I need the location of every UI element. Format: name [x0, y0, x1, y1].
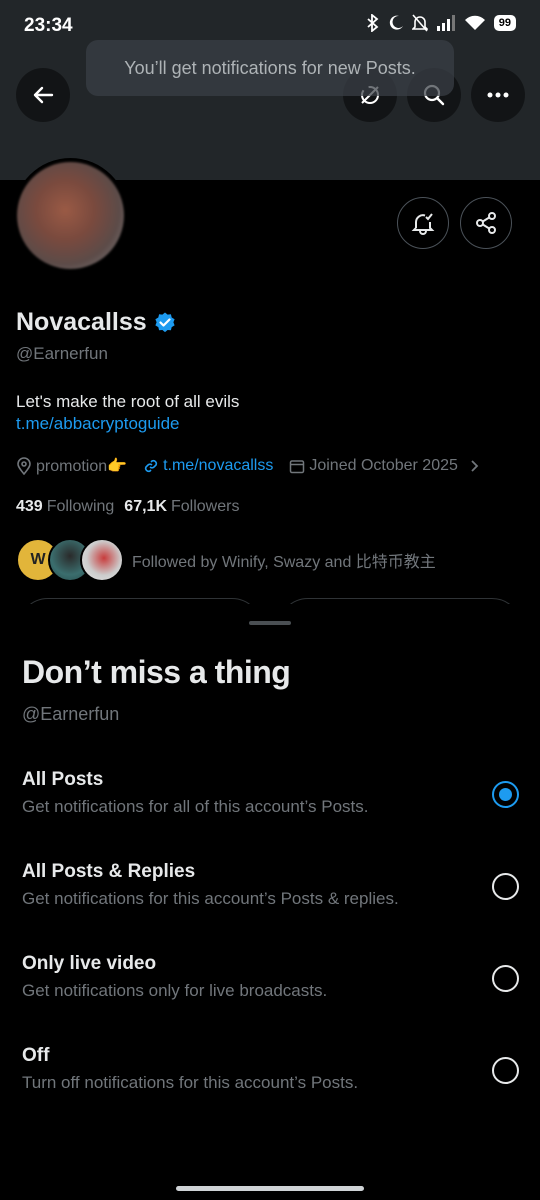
avatar-image [17, 162, 124, 269]
share-button[interactable] [460, 197, 512, 249]
profile-avatar[interactable] [13, 158, 128, 273]
followers-count: 67,1K [124, 498, 167, 515]
bell-check-icon [411, 213, 435, 235]
joined-item: Joined October 2025 [289, 457, 458, 475]
option-label: Off [22, 1045, 50, 1066]
arrow-left-icon [33, 86, 54, 104]
option-label: Only live video [22, 953, 157, 974]
more-button[interactable] [471, 68, 525, 122]
followers-link[interactable]: 67,1K Followers [124, 498, 239, 516]
sheet-handle-text: @Earnerfun [22, 704, 120, 724]
battery-indicator: 99 [493, 15, 516, 31]
bluetooth-icon [367, 14, 379, 32]
radio-only-live-video[interactable] [492, 965, 519, 992]
followers-label: Followers [171, 498, 240, 515]
sheet-drag-handle[interactable] [249, 621, 291, 625]
following-count: 439 [16, 498, 43, 515]
profile-handle: @Earnerfun [16, 344, 108, 363]
sheet-title: Don’t miss a thing [22, 654, 291, 690]
mutual-avatar-third [80, 538, 124, 582]
location-pin-icon [17, 457, 31, 475]
location-text: promotion👉 [36, 458, 128, 475]
share-icon [476, 212, 496, 234]
radio-off[interactable] [492, 1057, 519, 1084]
follow-stats: 439 Following 67,1K Followers [16, 498, 239, 516]
notifications-bottom-sheet: Don’t miss a thing @Earnerfun All Posts … [0, 604, 540, 1200]
option-description: Get notifications for all of this accoun… [22, 797, 369, 816]
wifi-icon [464, 15, 485, 30]
status-time: 23:34 [24, 15, 73, 36]
option-description: Turn off notifications for this account’… [22, 1073, 359, 1092]
followed-by-row[interactable]: W Followed by Winify, Swazy and 比特币教主 [16, 538, 436, 582]
toast-text: You’ll get notifications for new Posts. [124, 57, 416, 78]
radio-all-posts[interactable] [492, 781, 519, 808]
more-horizontal-icon [487, 92, 509, 98]
location-item: promotion👉 [16, 456, 127, 476]
profile-bio: Let's make the root of all evils [16, 392, 240, 411]
radio-all-posts-replies[interactable] [492, 873, 519, 900]
option-description: Get notifications for this account’s Pos… [22, 889, 399, 908]
back-button[interactable] [16, 68, 70, 122]
option-all-posts[interactable]: All Posts Get notifications for all of t… [0, 769, 540, 847]
profile-name: Novacallss [16, 308, 147, 336]
chevron-right-icon[interactable] [470, 459, 480, 473]
bio-link[interactable]: t.me/abbacryptoguide [16, 414, 180, 434]
moon-icon [389, 15, 403, 30]
website-item[interactable]: t.me/novacallss [143, 457, 273, 475]
mutual-avatars: W [16, 538, 124, 582]
home-indicator[interactable] [176, 1186, 364, 1191]
joined-text: Joined October 2025 [309, 457, 458, 474]
profile-name-row: Novacallss [16, 308, 177, 337]
bell-muted-icon [411, 14, 428, 32]
option-label: All Posts & Replies [22, 861, 196, 882]
option-off[interactable]: Off Turn off notifications for this acco… [0, 1045, 540, 1123]
option-description: Get notifications only for live broadcas… [22, 981, 328, 1000]
profile-meta-row: promotion👉 t.me/novacallss Joined Octobe… [16, 456, 480, 476]
verified-badge-icon [155, 312, 175, 332]
option-label: All Posts [22, 769, 104, 790]
system-icons: 99 [366, 14, 516, 32]
link-icon [144, 459, 158, 473]
followed-by-text: Followed by Winify, Swazy and 比特币教主 [132, 554, 436, 571]
calendar-icon [290, 460, 305, 474]
following-label: Following [46, 498, 115, 515]
toast-notification: You’ll get notifications for new Posts. [86, 40, 454, 96]
signal-icon [436, 15, 455, 31]
website-text: t.me/novacallss [163, 457, 274, 474]
option-only-live-video[interactable]: Only live video Get notifications only f… [0, 953, 540, 1031]
notifications-button[interactable] [397, 197, 449, 249]
option-all-posts-replies[interactable]: All Posts & Replies Get notifications fo… [0, 861, 540, 939]
following-link[interactable]: 439 Following [16, 498, 114, 516]
mutual-avatar-letter: W [30, 551, 46, 568]
